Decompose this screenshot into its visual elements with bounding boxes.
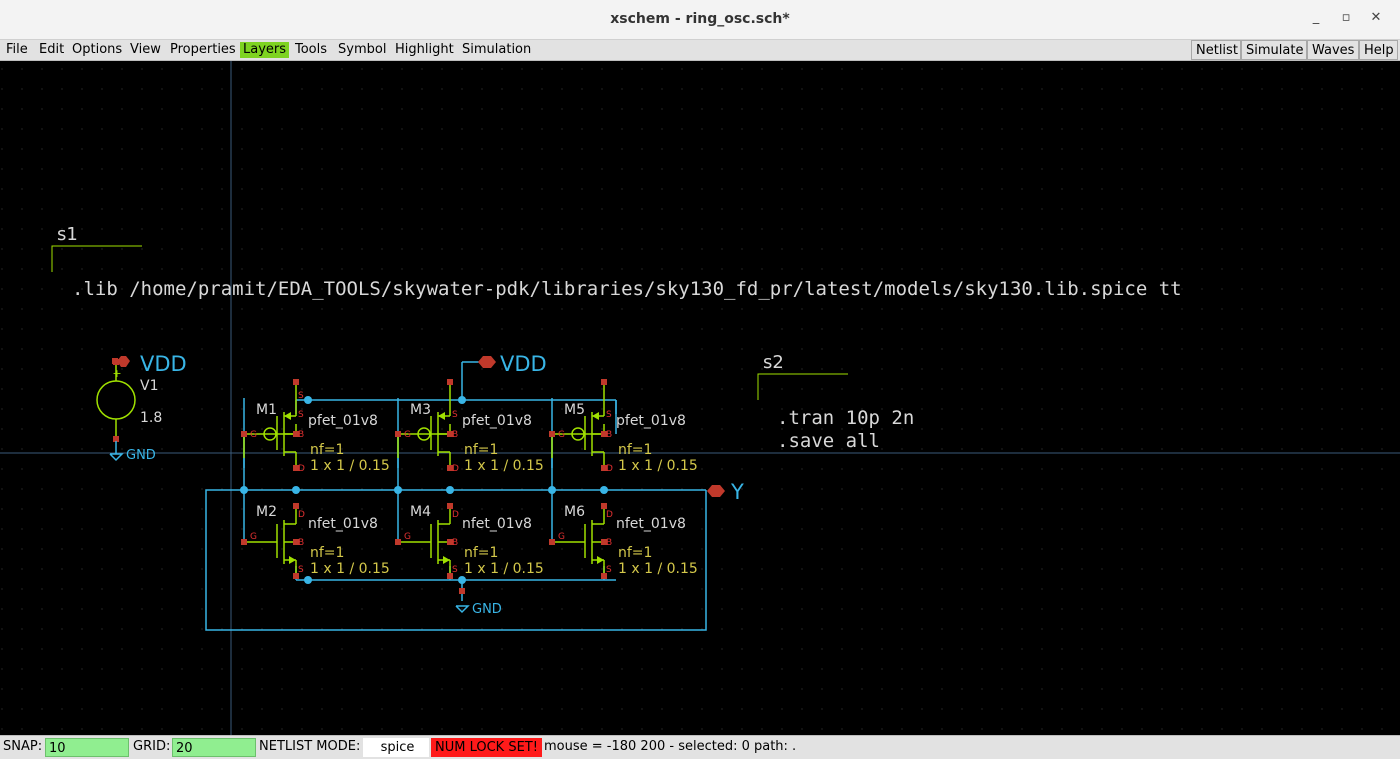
menu-bar: File Edit Options View Properties Layers…	[0, 40, 1400, 61]
m2-name: M2	[256, 504, 277, 520]
pin-d-m2: D	[298, 510, 305, 520]
pin-g-m4: G	[404, 532, 411, 542]
pin-b-m4: B	[452, 538, 458, 548]
m6-model: nfet_01v8	[616, 516, 686, 532]
m6-size: 1 x 1 / 0.15	[618, 561, 698, 577]
m1-nf: nf=1	[310, 442, 344, 458]
m6-nf: nf=1	[618, 545, 652, 561]
m3-size: 1 x 1 / 0.15	[464, 458, 544, 474]
netlist-mode-label: NETLIST MODE:	[259, 739, 361, 754]
vsource-plus-sign: +	[112, 367, 121, 380]
pin-g-m6: G	[558, 532, 565, 542]
transistor-m3[interactable]	[394, 378, 454, 472]
m5-name: M5	[564, 402, 585, 418]
pin-d-m5: D	[606, 464, 613, 474]
pin-d-m6: D	[606, 510, 613, 520]
code-block-s1-name: s1	[57, 224, 78, 245]
vdd-pin-2[interactable]	[478, 356, 496, 368]
grid-label: GRID:	[133, 739, 171, 754]
snap-input[interactable]: 10	[45, 738, 129, 757]
menu-layers[interactable]: Layers	[240, 42, 290, 58]
output-label-y: Y	[730, 480, 744, 504]
vsource-v1[interactable]: +	[96, 359, 136, 462]
m3-nf: nf=1	[464, 442, 498, 458]
pin-s-m6: S	[606, 565, 612, 575]
m4-nf: nf=1	[464, 545, 498, 561]
m3-model: pfet_01v8	[462, 413, 532, 429]
pin-d-m4: D	[452, 510, 459, 520]
title-bar: xschem - ring_osc.sch* _ ▫ ✕	[0, 0, 1400, 40]
spice-lib-line: .lib /home/pramit/EDA_TOOLS/skywater-pdk…	[72, 278, 1182, 300]
minimize-icon[interactable]: _	[1306, 10, 1326, 25]
menu-tools[interactable]: Tools	[292, 42, 330, 58]
waves-button[interactable]: Waves	[1307, 40, 1359, 60]
m5-size: 1 x 1 / 0.15	[618, 458, 698, 474]
transistor-m5[interactable]	[548, 378, 608, 472]
pin-g-m1: G	[250, 430, 257, 440]
gnd-label-2: GND	[472, 602, 502, 617]
menu-properties[interactable]: Properties	[167, 42, 239, 58]
mouse-info: mouse = -180 200 - selected: 0 path: .	[544, 739, 797, 754]
pin-s-m5: S	[606, 410, 612, 420]
menu-highlight[interactable]: Highlight	[392, 42, 457, 58]
output-pin-y[interactable]	[707, 485, 725, 497]
pin-b-m6: B	[606, 538, 612, 548]
m6-name: M6	[564, 504, 585, 520]
m3-name: M3	[410, 402, 431, 418]
m2-model: nfet_01v8	[308, 516, 378, 532]
menu-edit[interactable]: Edit	[36, 42, 67, 58]
m4-model: nfet_01v8	[462, 516, 532, 532]
gnd-label-1: GND	[126, 448, 156, 463]
m2-nf: nf=1	[310, 545, 344, 561]
pin-b-m2: B	[298, 538, 304, 548]
pin-s2-m1: S	[298, 410, 304, 420]
menu-options[interactable]: Options	[69, 42, 125, 58]
schematic-drawing[interactable]: s1 .lib /home/pramit/EDA_TOOLS/skywater-…	[0, 61, 1400, 735]
pin-d-m1: D	[298, 464, 305, 474]
maximize-icon[interactable]: ▫	[1336, 10, 1356, 25]
m4-size: 1 x 1 / 0.15	[464, 561, 544, 577]
menu-file[interactable]: File	[3, 42, 31, 58]
status-bar: SNAP: 10 GRID: 20 NETLIST MODE: spice NU…	[0, 735, 1400, 759]
snap-label: SNAP:	[3, 739, 43, 754]
vdd-label-1: VDD	[140, 352, 187, 376]
simulate-button[interactable]: Simulate	[1241, 40, 1307, 60]
netlist-button[interactable]: Netlist	[1191, 40, 1241, 60]
netlist-mode-select[interactable]: spice	[363, 738, 429, 757]
pin-g-m2: G	[250, 532, 257, 542]
pin-s-m3: S	[452, 410, 458, 420]
tran-line: .tran 10p 2n	[777, 407, 914, 429]
save-line: .save all	[777, 430, 880, 452]
numlock-indicator: NUM LOCK SET!	[431, 738, 542, 757]
pin-s-m4: S	[452, 565, 458, 575]
vdd-label-2: VDD	[500, 352, 547, 376]
m1-size: 1 x 1 / 0.15	[310, 458, 390, 474]
m4-name: M4	[410, 504, 431, 520]
transistor-m1[interactable]	[240, 378, 300, 472]
m5-model: pfet_01v8	[616, 413, 686, 429]
m1-model: pfet_01v8	[308, 413, 378, 429]
vsource-name: V1	[140, 378, 158, 394]
window-title: xschem - ring_osc.sch*	[610, 11, 790, 27]
grid-input[interactable]: 20	[172, 738, 256, 757]
menu-view[interactable]: View	[127, 42, 164, 58]
pin-g-m5: G	[558, 430, 565, 440]
pin-g-m3: G	[404, 430, 411, 440]
pin-s-m2: S	[298, 565, 304, 575]
pin-d-m3: D	[452, 464, 459, 474]
m5-nf: nf=1	[618, 442, 652, 458]
vdd-pin-1[interactable]	[117, 356, 130, 367]
vsource-value: 1.8	[140, 410, 162, 426]
pin-b-m1: B	[298, 430, 304, 440]
menu-symbol[interactable]: Symbol	[335, 42, 389, 58]
help-button[interactable]: Help	[1359, 40, 1398, 60]
code-block-s2-name: s2	[763, 352, 784, 373]
pin-b-m3: B	[452, 430, 458, 440]
m1-name: M1	[256, 402, 277, 418]
pin-b-m5: B	[606, 430, 612, 440]
m2-size: 1 x 1 / 0.15	[310, 561, 390, 577]
close-icon[interactable]: ✕	[1366, 10, 1386, 25]
menu-simulation[interactable]: Simulation	[459, 42, 534, 58]
pin-s-m1: S	[298, 391, 304, 401]
